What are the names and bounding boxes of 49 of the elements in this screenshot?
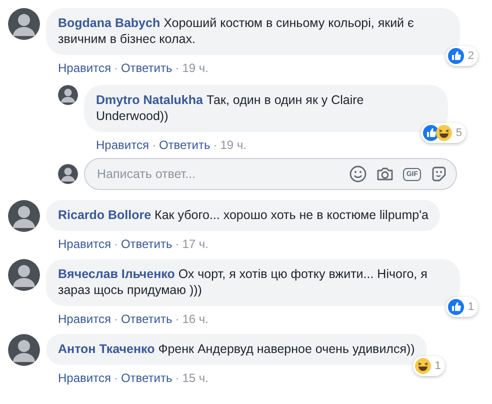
separator-dot: · [175,312,180,326]
like-link[interactable]: Нравится [58,312,111,326]
like-link[interactable]: Нравится [58,371,111,385]
comment-bubble: Dmytro Natalukha Так, один в один як у Claire Underwood)) [84,85,448,132]
emoji-icon[interactable] [349,165,368,183]
avatar-icon[interactable] [8,259,40,291]
author-link[interactable]: Антон Ткаченко [58,342,155,356]
comment-bubble: Антон Ткаченко Френк Андервуд наверное очень удивился)) [46,334,427,365]
timestamp: 17 ч. [182,237,209,251]
reply-link[interactable]: Ответить [120,312,172,326]
separator-dot: · [114,371,118,385]
timestamp: 15 ч. [182,371,209,385]
laughing-face-icon [436,125,452,141]
comment-bubble: Вячеслав Ільченко Ох чорт, я хотів цю фотку вжити... Нічого, я зараз щось придумаю ))) [46,259,460,306]
avatar-icon[interactable] [8,200,40,232]
separator-dot: · [213,138,218,152]
reply-link[interactable]: Ответить [120,237,172,251]
reply-link[interactable]: Ответить [120,61,172,75]
like-link[interactable]: Нравится [96,138,149,152]
reply-link[interactable]: Ответить [120,371,172,385]
like-link[interactable]: Нравится [58,237,111,251]
timestamp: 19 ч. [182,61,209,75]
timestamp: 19 ч. [220,138,247,152]
avatar-icon[interactable] [58,164,78,184]
separator-dot: · [114,312,118,326]
avatar-icon[interactable] [58,85,78,105]
separator-dot: · [175,371,180,385]
like-link[interactable]: Нравится [58,61,111,75]
separator-dot: · [114,61,118,75]
separator-dot: · [175,237,180,251]
reply-link[interactable]: Ответить [158,138,210,152]
avatar-icon[interactable] [8,8,40,40]
comment-bubble: Ricardo Bollore Как убого... хорошо хоть не в костюме lilpump'a [46,200,440,231]
author-link[interactable]: Dmytro Natalukha [96,93,203,107]
sticker-icon[interactable] [430,165,448,183]
timestamp: 16 ч. [182,312,209,326]
thumbs-up-icon [448,299,464,315]
thumbs-up-icon [448,48,464,64]
thumbs-up-icon [422,125,439,141]
camera-icon[interactable] [376,165,394,183]
separator-dot: · [114,237,118,251]
separator-dot: · [175,61,180,75]
avatar-icon[interactable] [8,334,40,366]
author-link[interactable]: Ricardo Bollore [58,208,152,222]
author-link[interactable]: Bogdana Babych [58,16,160,30]
author-link[interactable]: Вячеслав Ільченко [58,267,175,281]
separator-dot: · [152,138,156,152]
laughing-face-icon [414,358,431,374]
comment-bubble: Bogdana Babych Хороший костюм в синьому кольорі, який є звичним в бізнес колах. [46,8,460,55]
